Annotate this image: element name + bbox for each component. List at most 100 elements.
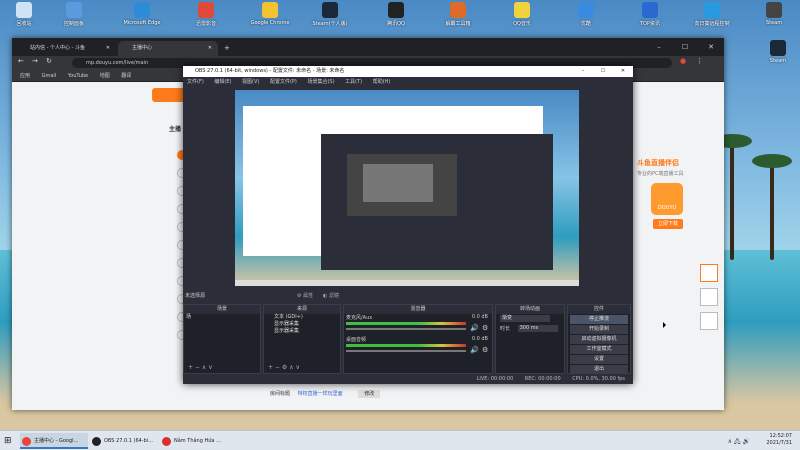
maximize-icon[interactable]: ☐ (672, 38, 698, 56)
source-item[interactable]: 显示器采集 (264, 328, 340, 335)
virtual-camera-button[interactable]: 启动虚拟摄像机 (570, 335, 628, 344)
expand-icon[interactable] (700, 312, 718, 330)
menu-edit[interactable]: 编辑(E) (214, 79, 231, 85)
desktop-icon[interactable]: Steam (750, 2, 798, 26)
menu-help[interactable]: 帮助(H) (373, 79, 391, 85)
up-icon[interactable]: ∧ (202, 364, 206, 371)
menu-file[interactable]: 文件(F) (187, 79, 204, 85)
minimize-icon[interactable]: – (573, 66, 593, 77)
network-icon[interactable]: 🖧 (734, 438, 741, 445)
volume-slider[interactable] (346, 328, 466, 330)
exit-button[interactable]: 退出 (570, 365, 628, 374)
taskbar: ⊞ 主播中心 - Googl... OBS 27.0.1 (64-bi... N… (0, 430, 800, 450)
desktop-icon[interactable]: 控制面板 (50, 2, 98, 27)
news-icon (642, 2, 658, 18)
speaker-icon[interactable]: 🔊 (470, 346, 479, 354)
gear-icon[interactable]: ⚙ (482, 324, 488, 332)
up-icon[interactable]: ∧ (289, 364, 293, 371)
obs-preview[interactable] (235, 90, 579, 286)
desktop-icon[interactable]: Google Chrome (246, 2, 294, 26)
speaker-icon[interactable]: 🔊 (470, 324, 479, 332)
settings-icon[interactable]: ⚙ (282, 364, 287, 371)
remote-control-icon (704, 2, 720, 18)
remove-icon[interactable]: − (275, 364, 280, 371)
close-icon[interactable]: ✕ (698, 38, 724, 56)
mouse-cursor (663, 322, 666, 328)
remove-icon[interactable]: − (195, 364, 200, 371)
desktop-icon[interactable]: 向日葵远程控制 (688, 2, 736, 27)
mixer-header: 混音器 (344, 305, 492, 314)
desktop-icon[interactable]: Steam (760, 40, 796, 64)
forward-icon[interactable]: → (32, 57, 38, 65)
desktop-icon[interactable]: 回收站 (0, 2, 48, 27)
desktop-icon[interactable]: TOP资讯 (626, 2, 674, 27)
menu-view[interactable]: 视图(V) (242, 79, 259, 85)
home-icon[interactable] (700, 288, 718, 306)
bookmark-gmail[interactable]: Gmail (42, 73, 57, 79)
tab-anchor-center[interactable]: 主播中心 ✕ (118, 41, 218, 56)
close-icon[interactable]: ✕ (106, 41, 110, 56)
preview-desktop-capture (235, 90, 579, 286)
promo-title: 斗鱼直播伴侣 (637, 159, 679, 167)
desktop-icon[interactable]: Steam(个人版) (306, 2, 354, 27)
start-button[interactable]: ⊞ (4, 433, 16, 449)
transition-select[interactable]: 渐变 (500, 315, 550, 322)
reload-icon[interactable]: ↻ (46, 57, 52, 65)
add-icon[interactable]: + (268, 364, 273, 371)
settings-button[interactable]: 设置 (570, 355, 628, 364)
down-icon[interactable]: ∨ (208, 364, 212, 371)
down-icon[interactable]: ∨ (296, 364, 300, 371)
tab-messages[interactable]: 站内信 - 个人中心 - 斗鱼 ✕ (16, 41, 116, 56)
play-icon[interactable] (700, 264, 718, 282)
menu-scene-collection[interactable]: 场景集合(S) (307, 79, 334, 85)
taskbar-item[interactable]: OBS 27.0.1 (64-bi... (90, 433, 158, 449)
taskbar-item[interactable]: 主播中心 - Googl... (20, 433, 88, 449)
studio-mode-button[interactable]: 工作室模式 (570, 345, 628, 354)
maximize-icon[interactable]: ☐ (593, 66, 613, 77)
clock[interactable]: 12:52:07 2021/7/31 (766, 433, 792, 447)
bookmark-maps[interactable]: 地图 (100, 73, 110, 79)
add-icon[interactable]: + (188, 364, 193, 371)
desktop-icon[interactable]: 优酷 (562, 2, 610, 27)
close-icon[interactable]: ✕ (613, 66, 633, 77)
new-tab-button[interactable]: + (220, 41, 236, 56)
bookmark-apps[interactable]: 应用 (20, 73, 30, 79)
desktop-icon[interactable]: Microsoft Edge (118, 2, 166, 26)
scene-item[interactable]: 场 (184, 314, 260, 321)
filters-button[interactable]: ◐ 滤镜 (323, 292, 339, 299)
media-player-icon (198, 2, 214, 18)
back-icon[interactable]: ← (18, 57, 24, 65)
system-tray: ∧ 🖧 🔊 (728, 437, 750, 447)
taskbar-item[interactable]: Nằm Thắng Hứa ... (160, 433, 228, 449)
menu-icon[interactable]: ⋮ (696, 57, 703, 65)
no-source-selected: 未选择源 (185, 293, 206, 299)
chevron-up-icon[interactable]: ∧ (728, 438, 732, 445)
duration-input[interactable]: 300 ms (517, 325, 558, 332)
source-item[interactable]: 文本 (GDI+) (264, 314, 340, 321)
desktop-icon[interactable]: 迅雷影音 (182, 2, 230, 27)
room-title-link[interactable]: 特权直播一样玩里面 (298, 391, 343, 397)
bookmark-youtube[interactable]: YouTube (68, 73, 88, 79)
source-item[interactable]: 显示器采集 (264, 321, 340, 328)
edit-button[interactable]: 修改 (358, 390, 381, 398)
bookmark-translate[interactable]: 翻译 (121, 73, 131, 79)
stop-streaming-button[interactable]: 停止推流 (570, 315, 628, 324)
menu-profile[interactable]: 配置文件(P) (270, 79, 297, 85)
close-icon[interactable]: ✕ (208, 41, 212, 56)
start-recording-button[interactable]: 开始录制 (570, 325, 628, 334)
profile-icon[interactable]: ● (680, 57, 686, 65)
menu-tools[interactable]: 工具(T) (345, 79, 362, 85)
download-button[interactable]: 立即下载 (653, 219, 683, 229)
volume-icon[interactable]: 🔊 (743, 438, 750, 445)
youku-icon (578, 2, 594, 18)
transitions-dock: 转场动画 渐变 时长 300 ms (495, 304, 565, 374)
volume-slider[interactable] (346, 350, 466, 352)
properties-button[interactable]: ⚙ 属性 (297, 292, 313, 299)
desktop-icon[interactable]: 解霸工具箱 (434, 2, 482, 27)
desktop-icon[interactable]: 腾讯QQ (372, 2, 420, 27)
gear-icon[interactable]: ⚙ (482, 346, 488, 354)
minimize-icon[interactable]: – (646, 38, 672, 56)
douyu-app-logo: DOUYU (651, 183, 683, 215)
desktop-icon[interactable]: QQ音乐 (498, 2, 546, 27)
transition-duration-row: 时长 300 ms (496, 324, 564, 334)
